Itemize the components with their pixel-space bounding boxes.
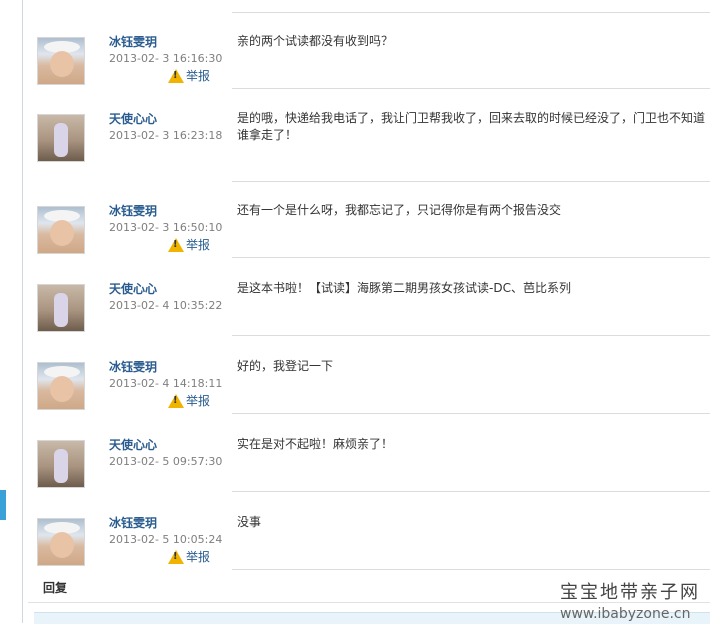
warning-triangle-icon — [168, 549, 184, 564]
divider — [232, 413, 710, 414]
timestamp: 2013-02- 5 10:05:24 — [109, 533, 223, 546]
username[interactable]: 天使心心 — [109, 436, 157, 453]
watermark-title: 宝宝地带亲子网 — [560, 582, 700, 603]
username[interactable]: 天使心心 — [109, 110, 157, 127]
message-text: 是这本书啦！【试读】海豚第二期男孩女孩试读-DC、芭比系列 — [237, 281, 571, 295]
avatar[interactable] — [37, 114, 85, 162]
message-text: 实在是对不起啦！麻烦亲了！ — [237, 437, 394, 451]
username[interactable]: 冰钰雯玥 — [109, 202, 157, 219]
timestamp: 2013-02- 4 10:35:22 — [109, 299, 223, 312]
watermark-url: www.ibabyzone.cn — [560, 606, 691, 622]
report-link[interactable]: 举报 — [168, 392, 210, 409]
username[interactable]: 冰钰雯玥 — [109, 33, 157, 50]
report-link[interactable]: 举报 — [168, 548, 210, 565]
divider — [232, 569, 710, 570]
avatar[interactable] — [37, 284, 85, 332]
message-text: 是的哦，快递给我电话了，我让门卫帮我收了，回来去取的时候已经没了，门卫也不知道谁… — [237, 111, 706, 142]
message-text: 好的，我登记一下 — [237, 359, 334, 373]
divider — [232, 491, 710, 492]
report-label[interactable]: 举报 — [186, 548, 210, 565]
timestamp: 2013-02- 3 16:16:30 — [109, 52, 223, 65]
side-tab[interactable] — [0, 490, 6, 520]
username[interactable]: 冰钰雯玥 — [109, 358, 157, 375]
warning-triangle-icon — [168, 237, 184, 252]
report-label[interactable]: 举报 — [186, 392, 210, 409]
message-text: 还有一个是什么呀，我都忘记了，只记得你是有两个报告没交 — [237, 203, 562, 217]
username[interactable]: 冰钰雯玥 — [109, 514, 157, 531]
report-label[interactable]: 举报 — [186, 67, 210, 84]
timestamp: 2013-02- 5 09:57:30 — [109, 455, 223, 468]
watermark: 宝宝地带亲子网 www.ibabyzone.cn — [560, 578, 700, 622]
avatar[interactable] — [37, 37, 85, 85]
warning-triangle-icon — [168, 68, 184, 83]
warning-triangle-icon — [168, 393, 184, 408]
left-border — [22, 0, 23, 623]
divider — [232, 88, 710, 89]
avatar[interactable] — [37, 518, 85, 566]
reply-heading: 回复 — [43, 581, 68, 595]
divider — [232, 257, 710, 258]
message-text: 亲的两个试读都没有收到吗？ — [237, 34, 394, 48]
divider — [232, 335, 710, 336]
message-text: 没事 — [237, 515, 262, 529]
avatar[interactable] — [37, 206, 85, 254]
timestamp: 2013-02- 3 16:23:18 — [109, 129, 223, 142]
timestamp: 2013-02- 3 16:50:10 — [109, 221, 223, 234]
username[interactable]: 天使心心 — [109, 280, 157, 297]
report-label[interactable]: 举报 — [186, 236, 210, 253]
divider — [232, 181, 710, 182]
avatar[interactable] — [37, 362, 85, 410]
timestamp: 2013-02- 4 14:18:11 — [109, 377, 223, 390]
divider — [232, 12, 710, 13]
report-link[interactable]: 举报 — [168, 67, 210, 84]
avatar[interactable] — [37, 440, 85, 488]
report-link[interactable]: 举报 — [168, 236, 210, 253]
